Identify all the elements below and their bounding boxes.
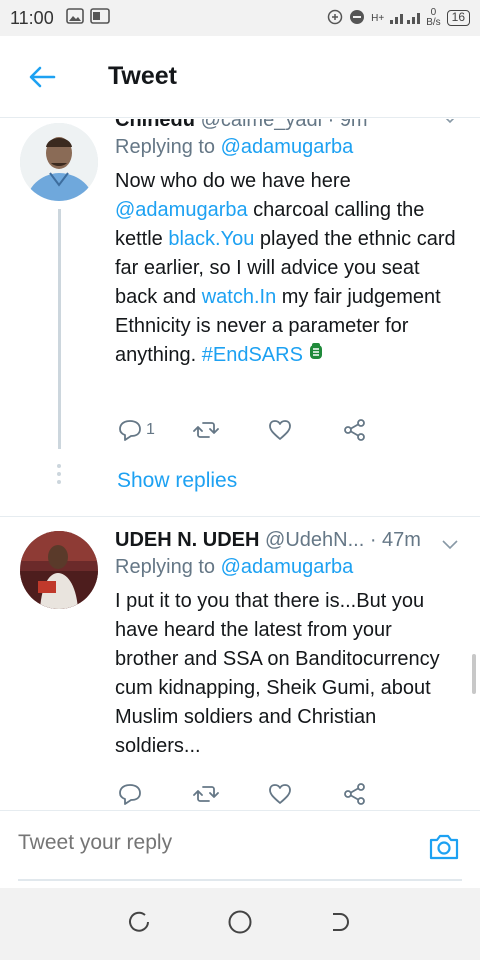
tweet-thread[interactable]: Chinedu @calme_yadi · 9m Replying to @ad… — [0, 119, 480, 809]
app-header: Tweet — [0, 36, 480, 118]
chevron-down-icon[interactable] — [442, 119, 458, 127]
arrow-left-icon — [29, 66, 56, 87]
scrollbar[interactable] — [472, 654, 476, 694]
speed-indicator: 0 B/s — [426, 7, 441, 28]
heart-icon — [269, 420, 291, 440]
chevron-down-icon[interactable] — [442, 537, 458, 553]
share-button[interactable] — [343, 419, 418, 441]
reply-button[interactable]: 1 — [118, 419, 193, 441]
system-nav-bar — [0, 888, 480, 960]
camera-icon — [429, 834, 459, 860]
tweet-meta: Chinedu @calme_yadi · 9m — [115, 119, 460, 132]
home-button[interactable] — [227, 909, 253, 940]
mention-link[interactable]: @adamugarba — [115, 199, 248, 221]
tweet-content: Chinedu @calme_yadi · 9m Replying to @ad… — [115, 119, 460, 370]
mention-link[interactable]: @adamugarba — [221, 556, 354, 578]
author-handle[interactable]: @calme_yadi — [201, 119, 322, 131]
tweet-content: UDEH N. UDEH @UdehN... · 47m Replying to… — [115, 529, 460, 761]
status-time: 11:00 — [10, 7, 54, 28]
data-saver-icon — [327, 9, 343, 28]
recents-icon — [128, 911, 149, 932]
replying-to: Replying to @adamugarba — [115, 556, 354, 578]
author-name[interactable]: UDEH N. UDEH — [115, 529, 259, 551]
reply-underline — [18, 879, 462, 881]
reply-bar — [0, 810, 480, 888]
retweet-button[interactable] — [193, 419, 268, 441]
share-icon — [344, 419, 365, 441]
share-button[interactable] — [343, 783, 418, 805]
url-link[interactable]: watch.In — [202, 286, 276, 308]
retweet-icon — [193, 422, 219, 438]
thread-line — [58, 209, 61, 449]
back-nav-icon — [333, 912, 350, 931]
retweet-button[interactable] — [193, 783, 268, 805]
recent-apps-button[interactable] — [128, 910, 152, 939]
author-handle[interactable]: @UdehN... — [265, 529, 364, 551]
avatar[interactable] — [20, 531, 98, 609]
reply-button[interactable] — [118, 783, 193, 805]
like-button[interactable] — [268, 783, 343, 805]
reply-icon — [119, 784, 141, 805]
signal-icon — [390, 9, 421, 28]
retweet-icon — [193, 786, 219, 802]
page-title: Tweet — [108, 62, 177, 90]
tweet-time: 47m — [382, 529, 421, 551]
tweet-actions — [118, 783, 418, 805]
status-bar: 11:00 H+ 0 B/s 16 — [0, 0, 480, 36]
home-icon — [228, 910, 252, 933]
tweet-item[interactable]: Chinedu @calme_yadi · 9m Replying to @ad… — [0, 119, 480, 529]
heart-icon — [269, 784, 291, 804]
gallery-icon — [65, 7, 84, 29]
reply-icon — [119, 420, 141, 441]
thread-dots — [57, 464, 61, 488]
camera-button[interactable] — [428, 833, 460, 866]
battery-icon: 16 — [446, 10, 470, 26]
back-nav-button[interactable] — [328, 910, 352, 939]
share-icon — [344, 783, 365, 805]
avatar[interactable] — [20, 123, 98, 201]
tweet-text: Now who do we have here @adamugarba char… — [115, 167, 460, 370]
mention-link[interactable]: @adamugarba — [221, 136, 354, 158]
replying-to: Replying to @adamugarba — [115, 136, 354, 158]
fist-emoji-icon — [308, 341, 324, 370]
show-replies-link[interactable]: Show replies — [117, 469, 237, 493]
network-type: H+ — [371, 12, 385, 24]
url-link[interactable]: black.You — [168, 228, 254, 250]
dnd-icon — [349, 9, 365, 28]
tweet-text: I put it to you that there is...But you … — [115, 590, 440, 757]
reply-input[interactable] — [18, 831, 408, 855]
tweet-time: 9m — [339, 119, 368, 131]
tweet-meta: UDEH N. UDEH @UdehN... · 47m — [115, 529, 421, 551]
hashtag-link[interactable]: #EndSARS — [202, 344, 303, 366]
author-name[interactable]: Chinedu — [115, 119, 195, 131]
back-button[interactable] — [0, 36, 84, 118]
like-button[interactable] — [268, 419, 343, 441]
reply-count: 1 — [146, 421, 155, 438]
tweet-actions: 1 — [118, 419, 418, 441]
tweet-item[interactable]: UDEH N. UDEH @UdehN... · 47m Replying to… — [0, 517, 480, 809]
outlook-icon — [89, 7, 110, 29]
